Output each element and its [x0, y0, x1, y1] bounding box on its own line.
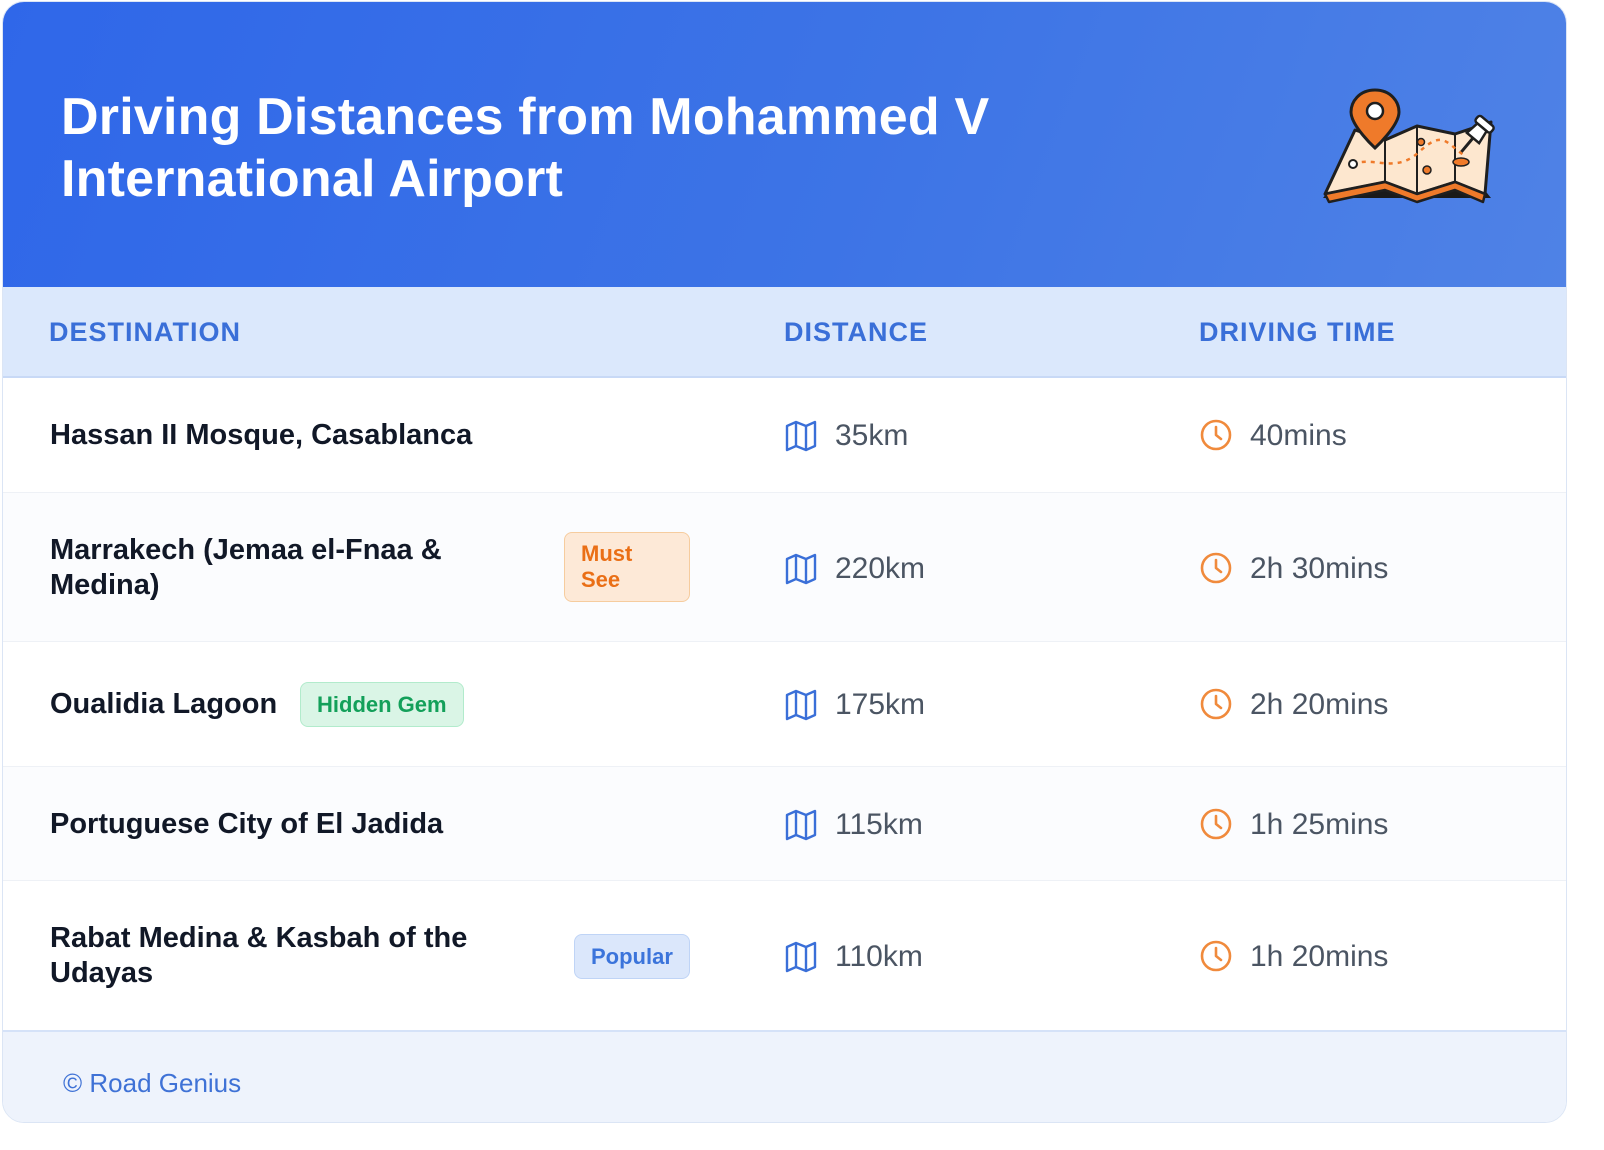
- destination-name: Rabat Medina & Kasbah of the Udayas: [50, 922, 468, 989]
- table-row: Hassan II Mosque, Casablanca 35km 40mins: [3, 378, 1566, 493]
- map-icon: [785, 553, 817, 585]
- distance-value: 115km: [835, 808, 923, 841]
- distance-card: Driving Distances from Mohammed V Intern…: [2, 1, 1567, 1123]
- distance-value: 175km: [835, 688, 926, 721]
- destination-name: Oualidia Lagoon: [50, 688, 278, 720]
- clock-icon: [1200, 688, 1232, 720]
- table-row: Marrakech (Jemaa el-Fnaa & Medina) Must …: [3, 493, 1566, 642]
- map-icon: [785, 420, 817, 452]
- map-icon: [785, 941, 817, 973]
- clock-icon: [1200, 419, 1232, 451]
- column-header-destination: DESTINATION: [49, 317, 241, 347]
- header-banner: Driving Distances from Mohammed V Intern…: [3, 2, 1566, 287]
- clock-icon: [1200, 552, 1232, 584]
- distance-value: 110km: [835, 940, 923, 973]
- driving-time-value: 2h 20mins: [1250, 688, 1389, 721]
- map-icon: [785, 689, 817, 721]
- clock-icon: [1200, 808, 1232, 840]
- driving-time-value: 1h 25mins: [1250, 808, 1389, 841]
- destination-name: Marrakech (Jemaa el-Fnaa & Medina): [50, 534, 442, 601]
- hidden-gem-badge: Hidden Gem: [300, 682, 464, 727]
- table-row: Rabat Medina & Kasbah of the Udayas Popu…: [3, 881, 1566, 1030]
- page-title: Driving Distances from Mohammed V Intern…: [61, 88, 990, 208]
- driving-time-value: 1h 20mins: [1250, 940, 1389, 973]
- distance-value: 35km: [835, 419, 909, 452]
- map-pin-illustration-icon: [1323, 88, 1495, 204]
- distance-value: 220km: [835, 552, 926, 585]
- table-row: Portuguese City of El Jadida 115km 1h 25…: [3, 767, 1566, 881]
- table-header: DESTINATION DISTANCE DRIVING TIME: [3, 287, 1566, 378]
- popular-badge: Popular: [574, 934, 690, 979]
- footer: © Road Genius: [3, 1030, 1566, 1122]
- column-header-distance: DISTANCE: [784, 317, 929, 347]
- destination-name: Hassan II Mosque, Casablanca: [50, 419, 473, 451]
- table-row: Oualidia Lagoon Hidden Gem 175km 2h 20mi…: [3, 642, 1566, 767]
- driving-time-value: 40mins: [1250, 419, 1347, 452]
- destination-name: Portuguese City of El Jadida: [50, 808, 444, 840]
- clock-icon: [1200, 940, 1232, 972]
- copyright-credit: © Road Genius: [63, 1068, 242, 1098]
- column-header-driving-time: DRIVING TIME: [1199, 317, 1396, 347]
- map-icon: [785, 809, 817, 841]
- driving-time-value: 2h 30mins: [1250, 552, 1389, 585]
- must-see-badge: Must See: [564, 532, 690, 602]
